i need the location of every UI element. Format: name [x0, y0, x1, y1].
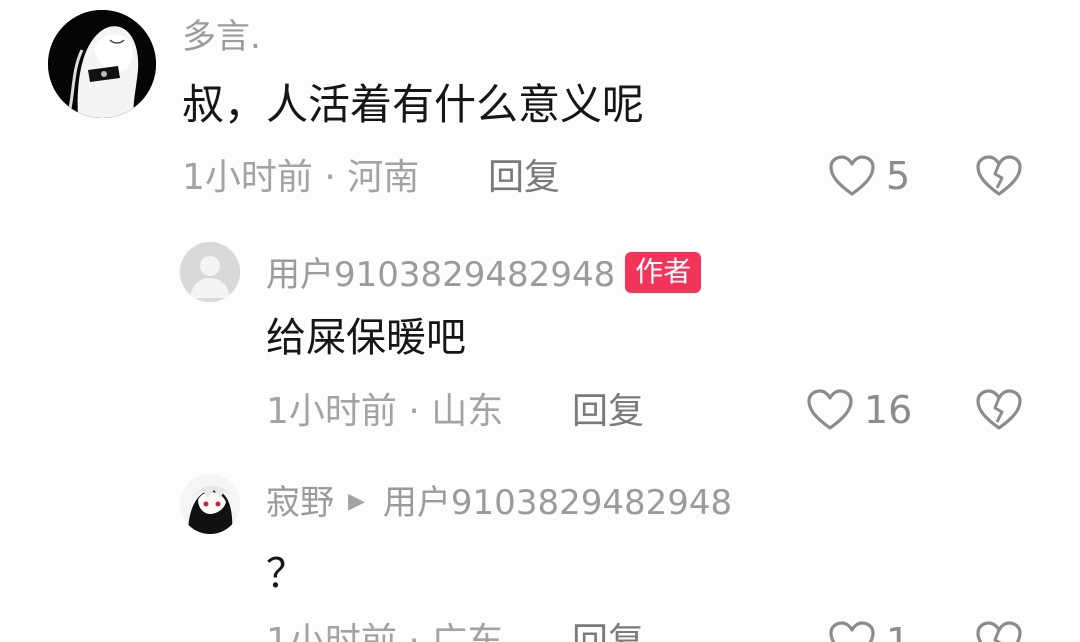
- default-avatar-icon: [180, 242, 240, 302]
- heart-icon: [829, 155, 875, 196]
- comment-time: 1小时前: [182, 157, 313, 198]
- broken-heart-icon: [976, 621, 1022, 642]
- anime-avatar-image: [180, 474, 240, 534]
- comment-meta: 1小时前 · 山东: [266, 394, 503, 430]
- comment-location: 广东: [431, 621, 504, 642]
- comment-time: 1小时前: [266, 391, 397, 432]
- comment-thread: 多言. 叔，人活着有什么意义呢 1小时前 · 河南 回复 5 用户9103829…: [0, 0, 1080, 642]
- like-button[interactable]: 5: [828, 154, 910, 198]
- like-count: 1: [886, 620, 911, 642]
- comment-item: 用户9103829482948 作者 给屎保暖吧 1小时前 · 山东 回复 16: [0, 230, 1080, 460]
- comment-username: 寂野 ▶ 用户9103829482948: [266, 486, 732, 520]
- reply-button[interactable]: 回复: [572, 394, 644, 430]
- like-count: 5: [886, 154, 911, 198]
- comment-text: ？: [266, 551, 306, 597]
- comment-location: 河南: [347, 157, 420, 198]
- broken-heart-icon: [976, 389, 1022, 430]
- comment-item: 寂野 ▶ 用户9103829482948 ？ 1小时前 · 广东 回复 1: [0, 460, 1080, 642]
- dislike-button[interactable]: [975, 388, 1023, 436]
- reply-button[interactable]: 回复: [572, 624, 644, 642]
- dislike-button[interactable]: [975, 620, 1023, 642]
- comment-text: 给屎保暖吧: [266, 315, 466, 361]
- broken-heart-icon: [976, 155, 1022, 196]
- reply-arrow-icon: ▶: [348, 489, 365, 514]
- author-name[interactable]: 用户9103829482948: [266, 255, 615, 295]
- author-badge: 作者: [625, 252, 702, 293]
- like-count: 16: [864, 388, 913, 432]
- comment-text: 叔，人活着有什么意义呢: [182, 80, 645, 129]
- like-button[interactable]: 1: [828, 620, 910, 642]
- meta-separator: ·: [312, 157, 348, 198]
- comment-meta: 1小时前 · 河南: [182, 160, 419, 196]
- heart-icon: [807, 389, 853, 430]
- comment-time: 1小时前: [266, 621, 397, 642]
- comment-username[interactable]: 多言.: [182, 20, 261, 54]
- avatar[interactable]: [180, 242, 240, 302]
- meta-separator: ·: [396, 621, 432, 642]
- avatar[interactable]: [180, 474, 240, 534]
- avatar[interactable]: [48, 10, 156, 118]
- heart-icon: [829, 621, 875, 642]
- comment-username: 用户9103829482948 作者: [266, 252, 702, 295]
- reply-author-name[interactable]: 寂野: [266, 483, 334, 523]
- reply-button[interactable]: 回复: [488, 160, 560, 196]
- comment-meta: 1小时前 · 广东: [266, 624, 503, 642]
- comment-item: 多言. 叔，人活着有什么意义呢 1小时前 · 河南 回复 5: [0, 0, 1080, 230]
- dislike-button[interactable]: [975, 154, 1023, 202]
- reply-to-name[interactable]: 用户9103829482948: [383, 483, 732, 523]
- like-button[interactable]: 16: [806, 388, 912, 432]
- comment-location: 山东: [431, 391, 504, 432]
- anime-avatar-image: [48, 10, 156, 118]
- meta-separator: ·: [396, 391, 432, 432]
